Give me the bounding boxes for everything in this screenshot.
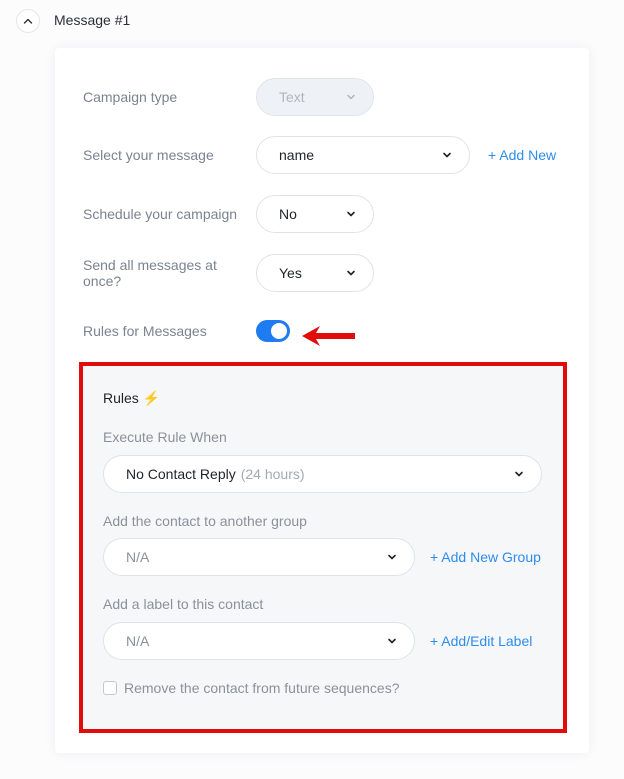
toggle-knob	[271, 323, 287, 339]
label-select[interactable]: N/A	[103, 622, 415, 660]
schedule-value: No	[279, 206, 297, 222]
chevron-down-icon	[388, 638, 396, 644]
message-select-value: name	[279, 147, 315, 163]
campaign-type-value: Text	[279, 89, 305, 105]
send-all-select[interactable]: Yes	[256, 254, 374, 292]
message-select[interactable]: name	[256, 136, 470, 174]
group-value: N/A	[126, 549, 150, 565]
chevron-up-icon	[23, 18, 33, 24]
add-edit-label-button[interactable]: + Add/Edit Label	[430, 633, 532, 649]
add-new-group-button[interactable]: + Add New Group	[430, 549, 541, 565]
remove-from-sequences-checkbox[interactable]	[103, 681, 117, 695]
red-arrow-annotation-icon	[302, 326, 355, 346]
lightning-bolt-icon: ⚡	[142, 390, 161, 406]
execute-rule-suffix: (24 hours)	[240, 466, 305, 482]
schedule-select[interactable]: No	[256, 195, 374, 233]
rules-toggle-switch[interactable]	[256, 320, 290, 342]
select-message-label: Select your message	[83, 147, 214, 163]
chevron-down-icon	[347, 211, 355, 217]
send-all-value: Yes	[279, 265, 302, 281]
message-title: Message #1	[54, 12, 131, 28]
execute-rule-select[interactable]: No Contact Reply (24 hours)	[103, 455, 542, 493]
chevron-down-icon	[443, 152, 451, 158]
chevron-down-icon	[515, 471, 523, 477]
label-value: N/A	[126, 633, 150, 649]
group-label: Add the contact to another group	[103, 513, 307, 529]
rules-title-text: Rules	[103, 390, 139, 406]
send-all-label-line1: Send all messages at	[83, 257, 217, 273]
execute-rule-value: No Contact Reply	[126, 466, 236, 482]
rules-toggle-label: Rules for Messages	[83, 323, 207, 339]
campaign-type-select[interactable]: Text	[256, 78, 374, 116]
chevron-down-icon	[347, 270, 355, 276]
chevron-down-icon	[347, 94, 355, 100]
send-all-label-line2: once?	[83, 273, 122, 289]
campaign-type-label: Campaign type	[83, 89, 178, 105]
contact-label-label: Add a label to this contact	[103, 596, 264, 612]
chevron-down-icon	[388, 554, 396, 560]
add-new-message-button[interactable]: + Add New	[488, 147, 556, 163]
remove-from-sequences-label: Remove the contact from future sequences…	[124, 680, 400, 696]
execute-rule-label: Execute Rule When	[103, 429, 227, 445]
rules-title: Rules ⚡	[103, 390, 160, 407]
group-select[interactable]: N/A	[103, 538, 415, 576]
schedule-label: Schedule your campaign	[83, 206, 238, 222]
collapse-toggle-button[interactable]	[16, 9, 40, 33]
